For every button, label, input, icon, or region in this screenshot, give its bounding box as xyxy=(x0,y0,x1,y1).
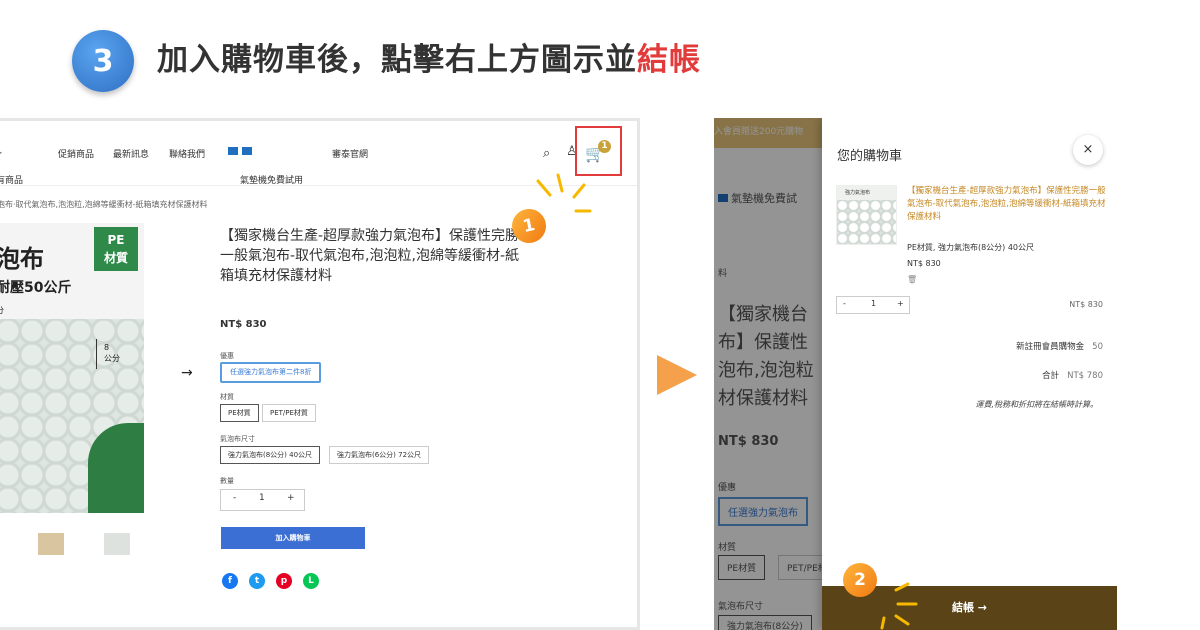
tutorial-step: 3 加入購物車後，點擊右上方圖示並結帳 有商品 ⌄ 促銷商品 最新訊息 聯絡我們… xyxy=(0,0,1200,630)
image-dimension-label: 分 xyxy=(0,305,4,316)
size-number: 8 xyxy=(104,343,110,352)
trash-icon[interactable]: 🗑 xyxy=(907,275,917,284)
size-unit: 公分 xyxy=(104,354,120,363)
product-price: NT$ 830 xyxy=(220,319,267,330)
search-icon[interactable]: ⌕ xyxy=(543,146,550,161)
facebook-icon[interactable]: f xyxy=(222,573,238,589)
material-option-pe[interactable]: PE材質 xyxy=(220,404,259,422)
cart-item-name[interactable]: 【獨家機台生產-超厚款強力氣泡布】保護性完勝一般氣泡布-取代氣泡布,泡泡粒,泡綿… xyxy=(907,185,1107,224)
cart-qty-plus[interactable]: + xyxy=(897,299,904,308)
heading-main: 加入購物車後，點擊右上方圖示並 xyxy=(157,42,637,78)
quantity-stepper[interactable]: - 1 + xyxy=(220,489,305,511)
product-page-screenshot: 有商品 ⌄ 促銷商品 最新訊息 聯絡我們 氣墊機免費試用 審泰官網 ⌕ ♙ 🛒 … xyxy=(0,118,640,630)
nav-item-contact[interactable]: 聯絡我們 xyxy=(169,147,205,160)
cart-quantity-stepper[interactable]: - 1 + xyxy=(836,296,910,314)
image-subtitle: 耐壓50公斤 xyxy=(0,280,72,296)
nav-item-official-site[interactable]: 審泰官網 xyxy=(332,147,368,160)
size-option-6cm[interactable]: 強力氣泡布(6公分) 72公尺 xyxy=(329,446,430,464)
promo-option[interactable]: 任選強力氣泡布第二件8折 xyxy=(220,362,322,383)
cart-item-price: NT$ 830 xyxy=(907,259,941,268)
qty-plus-button[interactable]: + xyxy=(287,493,295,503)
next-arrow-icon xyxy=(657,355,697,395)
quantity-label: 數量 xyxy=(220,477,234,485)
cart-highlight[interactable]: 🛒 1 xyxy=(575,126,622,176)
size-option-8cm[interactable]: 強力氣泡布(8公分) 40公尺 xyxy=(220,446,321,464)
cart-item-variant: PE材質, 強力氣泡布(8公分) 40公尺 xyxy=(907,243,1035,252)
close-button[interactable]: × xyxy=(1073,135,1103,165)
thumb-bubbles xyxy=(837,200,896,244)
material-badge: PE 材質 xyxy=(94,227,138,271)
step-callout-2: 2 xyxy=(843,563,877,597)
cart-item-thumbnail[interactable]: 強力氣泡布 xyxy=(836,185,897,245)
drawer-backdrop[interactable] xyxy=(714,118,834,630)
product-image[interactable]: 泡布 耐壓50公斤 分 PE材質 xyxy=(0,223,144,513)
drawer-title: 您的購物車 xyxy=(837,149,903,164)
size-bracket xyxy=(96,339,100,369)
image-title: 泡布 xyxy=(0,245,44,273)
gallery-thumbnail[interactable] xyxy=(38,533,64,555)
qty-value[interactable]: 1 xyxy=(259,493,265,503)
breadcrumb: 泡布·取代氣泡布,泡泡粒,泡綿等緩衝材-紙箱填充材保護材料 xyxy=(0,200,208,209)
step-heading: 加入購物車後，點擊右上方圖示並結帳 xyxy=(157,34,701,79)
cart-qty-minus[interactable]: - xyxy=(843,299,846,308)
cart-drawer: 您的購物車 × 強力氣泡布 【獨家機台生產-超厚款強力氣泡布】保護性完勝一般氣泡… xyxy=(822,118,1117,630)
cart-count-badge: 1 xyxy=(598,140,611,153)
gallery-thumbnail[interactable] xyxy=(104,533,130,555)
add-to-cart-button[interactable]: 加入購物車 xyxy=(221,527,365,549)
line-icon[interactable]: L xyxy=(303,573,319,589)
flag-icon xyxy=(242,147,252,155)
nav-item-free-trial[interactable]: 氣墊機免費試用 xyxy=(226,147,303,186)
cart-drawer-screenshot: 入會員贈送200元購物 氣墊機免費試 料 【獨家機台 布】保護性 泡布,泡泡粒 … xyxy=(714,118,1117,630)
step-number-badge: 3 xyxy=(72,30,134,92)
flag-icon xyxy=(228,147,238,155)
arrow-right-icon[interactable]: → xyxy=(181,365,193,381)
size-label: 氣泡布尺寸 xyxy=(220,435,255,443)
product-title: 【獨家機台生產-超厚款強力氣泡布】保護性完勝一般氣泡布-取代氣泡布,泡泡粒,泡綿… xyxy=(220,228,520,284)
heading-accent: 結帳 xyxy=(637,42,701,78)
cart-qty-value[interactable]: 1 xyxy=(871,299,876,308)
thumb-title: 強力氣泡布 xyxy=(845,190,871,196)
promo-label: 優惠 xyxy=(220,352,234,360)
nav-item-all-products[interactable]: 有商品 ⌄ xyxy=(0,147,23,186)
member-credit-row: 新註冊會員購物金 50 xyxy=(1016,342,1103,352)
pinterest-icon[interactable]: p xyxy=(276,573,292,589)
cart-line-total: NT$ 830 xyxy=(1069,300,1103,309)
nav-item-news[interactable]: 最新訊息 xyxy=(113,147,149,160)
material-label: 材質 xyxy=(220,393,234,401)
shipping-note: 運費,稅務和折扣將在結帳時計算。 xyxy=(975,400,1098,409)
qty-minus-button[interactable]: - xyxy=(233,493,236,503)
twitter-icon[interactable]: t xyxy=(249,573,265,589)
green-decoration xyxy=(88,423,144,513)
material-option-pet-pe[interactable]: PET/PE材質 xyxy=(262,404,316,422)
total-row: 合計 NT$ 780 xyxy=(1042,371,1103,381)
nav-item-promotions[interactable]: 促銷商品 xyxy=(58,147,94,160)
